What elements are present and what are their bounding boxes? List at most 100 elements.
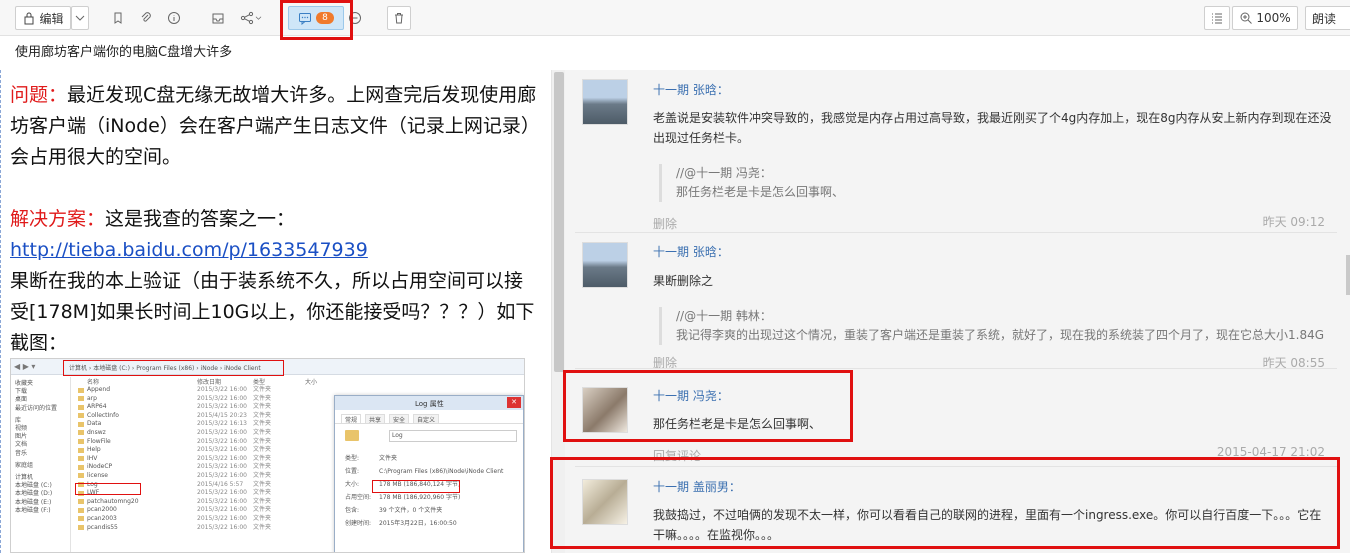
nav-item[interactable]: 最近访问的位置: [15, 405, 70, 413]
nav-item[interactable]: 桌面: [15, 396, 70, 404]
nav-item[interactable]: 收藏夹: [15, 380, 70, 388]
read-aloud-button[interactable]: 朗读: [1305, 6, 1350, 30]
file-row[interactable]: FlowFile 2015/3/22 16:00 文件夹: [77, 438, 327, 447]
file-type: 文件夹: [253, 463, 272, 471]
file-type: 文件夹: [253, 523, 272, 531]
info-button[interactable]: [162, 6, 186, 30]
file-type: 文件夹: [253, 420, 272, 428]
solution-text: 这是我查的答案之一：: [105, 208, 296, 230]
file-date: 2015/3/22 16:13: [197, 420, 247, 428]
verification-paragraph: 果断在我的本上验证（由于装系统不久，所以占用空间可以接受[178M]如果长时间上…: [10, 270, 535, 354]
zoom-button[interactable]: 100%: [1232, 6, 1298, 30]
dialog-tab[interactable]: 共享: [365, 414, 386, 424]
file-row[interactable]: pcan2003 2015/3/22 16:00 文件夹: [77, 515, 327, 524]
outline-button[interactable]: [1204, 6, 1230, 30]
folder-icon: [78, 421, 84, 427]
folder-icon: [78, 525, 84, 530]
nav-item[interactable]: 家庭组: [15, 462, 70, 470]
file-date: 2015/3/22 16:00: [197, 523, 247, 531]
file-rows: Append 2015/3/22 16:00 文件夹 arp 2015/3/22 16:…: [77, 386, 327, 532]
folder-icon: [78, 439, 84, 445]
file-name: Append: [87, 386, 111, 393]
file-date: 2015/3/22 16:00: [197, 497, 247, 505]
file-name: license: [87, 471, 108, 479]
bookmark-icon: [114, 12, 122, 24]
dialog-row-label: 类型:: [345, 455, 360, 462]
file-list: 名称 修改日期 类型 大小 Append 2015/3/22 16:00 文件夹 ar…: [77, 377, 327, 552]
comment-item: 十一期 张晗： 老盖说是安装软件冲突导致的，我感觉是内存占用过高导致，我最近刚买…: [575, 70, 1337, 232]
col-name: 名称: [87, 379, 100, 386]
file-row[interactable]: ARP64 2015/3/22 16:00 文件夹: [77, 403, 327, 412]
folder-icon: [78, 507, 84, 513]
zoom-level: 100%: [1256, 11, 1291, 25]
file-type: 文件夹: [253, 386, 272, 393]
file-row[interactable]: IHV 2015/3/22 16:00 文件夹: [77, 455, 327, 464]
dialog-tab[interactable]: 安全: [389, 414, 410, 424]
dialog-close-icon[interactable]: ✕: [507, 397, 521, 408]
edit-button[interactable]: 编辑: [15, 6, 71, 30]
file-row[interactable]: pcandis55 2015/3/22 16:00 文件夹: [77, 524, 327, 533]
file-row[interactable]: Data 2015/3/22 16:13 文件夹: [77, 420, 327, 429]
nav-item[interactable]: 视频: [15, 425, 70, 433]
file-date: 2015/3/22 16:00: [197, 506, 247, 514]
nav-item[interactable]: 本地磁盘 (D:): [15, 490, 70, 498]
edit-dropdown-button[interactable]: [71, 6, 89, 30]
article-pane: 问题：最近发现C盘无缘无故增大许多。上网查完后发现使用廊坊客户端（iNode）会…: [0, 70, 551, 553]
share-note-button[interactable]: [206, 6, 230, 30]
delete-link[interactable]: 删除: [653, 215, 677, 232]
nav-item[interactable]: 本地磁盘 (E:): [15, 499, 70, 507]
comment-author[interactable]: 十一期 张晗：: [653, 243, 729, 260]
attachment-button[interactable]: [134, 6, 158, 30]
file-row[interactable]: iNodeCP 2015/3/22 16:00 文件夹: [77, 463, 327, 472]
file-row[interactable]: dnswz 2015/3/22 16:00 文件夹: [77, 429, 327, 438]
dialog-row-label: 包含:: [345, 507, 360, 514]
dialog-row-label: 创建时间:: [345, 520, 372, 527]
file-name: Help: [87, 446, 101, 454]
file-type: 文件夹: [253, 480, 272, 488]
file-row[interactable]: arp 2015/3/22 16:00 文件夹: [77, 395, 327, 404]
file-type: 文件夹: [253, 489, 272, 497]
comment-author[interactable]: 十一期 张晗：: [653, 81, 729, 98]
delete-button[interactable]: [387, 6, 411, 30]
file-type: 文件夹: [253, 514, 272, 522]
file-date: 2015/4/16 5:57: [197, 480, 244, 488]
highlight-box: [563, 370, 853, 442]
comment-quote: //@十一期 韩林： 我记得李爽的出现过这个情况，重装了客户端还是重装了系统，就…: [659, 307, 1329, 345]
file-name: dnswz: [87, 428, 106, 436]
trash-icon: [395, 13, 403, 24]
file-row[interactable]: CollectInfo 2015/4/15 20:23 文件夹: [77, 412, 327, 421]
file-type: 文件夹: [253, 446, 272, 454]
nav-item[interactable]: 本地磁盘 (F:): [15, 507, 70, 515]
question-paragraph: 问题：最近发现C盘无缘无故增大许多。上网查完后发现使用廊坊客户端（iNode）会…: [10, 80, 538, 173]
dialog-tab[interactable]: 自定义: [413, 414, 440, 424]
log-properties-dialog: Log 属性 ✕ 常规 共享 安全 自定义 Log 类型: 文件夹 位置: C:\Progr…: [334, 395, 524, 552]
nav-item[interactable]: 计算机: [15, 474, 70, 482]
dialog-tab[interactable]: 常规: [341, 414, 362, 424]
col-type: 类型: [253, 379, 266, 386]
bookmark-button[interactable]: [106, 6, 130, 30]
path-highlight-box: [63, 360, 284, 376]
file-row[interactable]: Append 2015/3/22 16:00 文件夹: [77, 386, 327, 395]
solution-label: 解决方案：: [10, 208, 106, 230]
file-row[interactable]: license 2015/3/22 16:00 文件夹: [77, 472, 327, 481]
file-row[interactable]: patchautomng20 2015/3/22 16:00 文件夹: [77, 498, 327, 507]
folder-icon: [78, 413, 84, 419]
file-date: 2015/3/22 16:00: [197, 446, 247, 454]
dialog-row-value: 文件夹: [379, 455, 398, 462]
comments-scroll-edge[interactable]: [1346, 255, 1350, 295]
article-scroll-thumb[interactable]: [554, 72, 564, 372]
file-row[interactable]: pcan2000 2015/3/22 16:00 文件夹: [77, 506, 327, 515]
share-button[interactable]: [232, 6, 270, 30]
folder-icon: [78, 387, 84, 393]
file-row[interactable]: Help 2015/3/22 16:00 文件夹: [77, 446, 327, 455]
inbox-icon: [212, 13, 224, 24]
file-date: 2015/3/22 16:00: [197, 463, 247, 471]
nav-item[interactable]: 文档: [15, 441, 70, 449]
tieba-link[interactable]: http://tieba.baidu.com/p/1633547939: [10, 239, 368, 261]
comment-time: 昨天 09:12: [1262, 215, 1325, 229]
file-date: 2015/3/22 16:00: [197, 437, 247, 445]
nav-item[interactable]: 音乐: [15, 450, 70, 458]
nav-item[interactable]: 库: [15, 417, 70, 425]
list-icon: [1212, 13, 1222, 24]
file-name: patchautomng20: [87, 497, 139, 505]
